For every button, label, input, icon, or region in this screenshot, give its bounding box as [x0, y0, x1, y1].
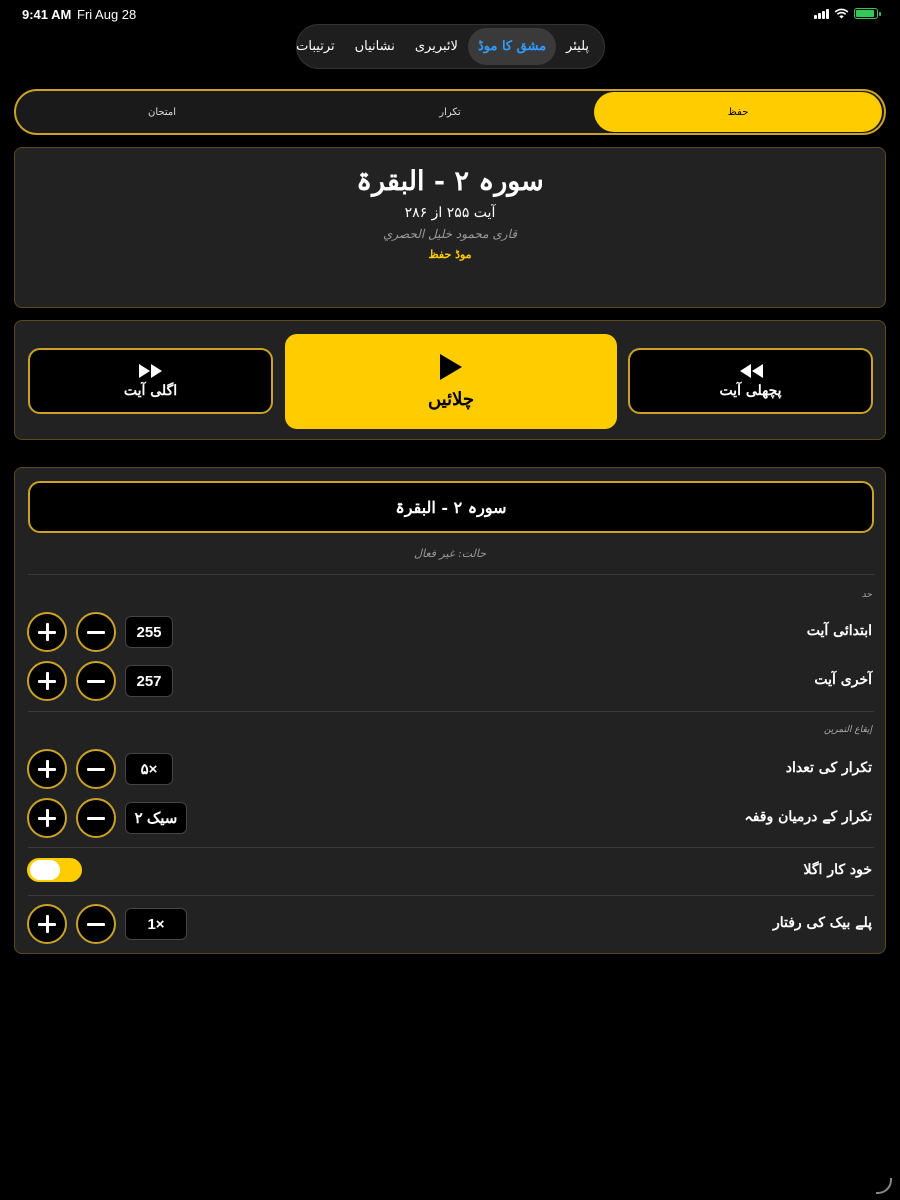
- play-icon: [440, 354, 462, 380]
- range-section-label: حد: [861, 590, 872, 600]
- wifi-icon: [834, 8, 849, 19]
- ayah-count: آیت ۲۵۵ از ۲۸۶: [404, 205, 496, 221]
- playback-speed-increment-button[interactable]: [27, 904, 67, 944]
- nav-item-bookmarks[interactable]: نشانیاں: [345, 28, 405, 65]
- playback-speed-value: 1×: [125, 908, 187, 940]
- battery-charging-icon: [854, 8, 881, 19]
- surah-title: سورہ ۲ - البقرۃ: [356, 166, 544, 197]
- rewind-icon: [739, 364, 763, 378]
- top-nav: پلیئر مشق کا موڈ لائبریری نشانیاں ترتیبا…: [296, 24, 605, 69]
- reciter-name: قاری محمود خلیل الحصري: [383, 227, 517, 241]
- start-ayah-label: ابتدائی آیت: [806, 623, 872, 639]
- status-time: 9:41 AM: [22, 7, 72, 22]
- cellular-signal-icon: [814, 8, 829, 19]
- rhythm-section-label: إيقاع التمرين: [823, 725, 872, 735]
- repeat-count-value: ۵×: [125, 753, 173, 785]
- status-date: Fri Aug 28: [77, 7, 137, 22]
- surah-selector[interactable]: سورہ ۲ - البقرۃ: [28, 481, 874, 533]
- status-text: حالت: غیر فعال: [413, 547, 487, 560]
- tab-repeat[interactable]: تکرار: [306, 92, 594, 132]
- end-ayah-value: 257: [125, 665, 173, 697]
- divider: [28, 847, 874, 848]
- status-icons: [814, 8, 881, 19]
- end-ayah-label: آخری آیت: [814, 672, 872, 688]
- repeat-count-label: تکرار کی تعداد: [785, 760, 872, 776]
- mode-label: موڈ حفظ: [428, 248, 472, 261]
- auto-next-toggle[interactable]: [27, 858, 82, 882]
- repeat-gap-increment-button[interactable]: [27, 798, 67, 838]
- play-label: چلائیں: [427, 389, 474, 410]
- previous-ayah-button[interactable]: پچھلی آیت: [628, 348, 873, 414]
- next-ayah-button[interactable]: اگلی آیت: [28, 348, 273, 414]
- repeat-count-decrement-button[interactable]: [76, 749, 116, 789]
- start-ayah-value: 255: [125, 616, 173, 648]
- end-ayah-decrement-button[interactable]: [76, 661, 116, 701]
- now-playing-card: سورہ ۲ - البقرۃ آیت ۲۵۵ از ۲۸۶ قاری محمو…: [14, 147, 886, 308]
- playback-speed-decrement-button[interactable]: [76, 904, 116, 944]
- nav-item-library[interactable]: لائبریری: [405, 28, 468, 65]
- practice-settings-card: سورہ ۲ - البقرۃ حالت: غیر فعال حد 255 اب…: [14, 467, 886, 954]
- nav-item-player[interactable]: پلیئر: [556, 28, 599, 65]
- end-ayah-increment-button[interactable]: [27, 661, 67, 701]
- nav-item-practice-mode[interactable]: مشق کا موڈ: [467, 28, 557, 65]
- start-ayah-decrement-button[interactable]: [76, 612, 116, 652]
- resize-handle-icon: [876, 1178, 892, 1194]
- playback-speed-label: پلے بیک کی رفتار: [772, 915, 872, 931]
- play-button[interactable]: چلائیں: [285, 334, 617, 429]
- start-ayah-increment-button[interactable]: [27, 612, 67, 652]
- previous-ayah-label: پچھلی آیت: [719, 383, 782, 399]
- auto-next-label: خود کار اگلا: [803, 862, 872, 878]
- repeat-count-increment-button[interactable]: [27, 749, 67, 789]
- toggle-knob: [30, 860, 60, 880]
- divider: [28, 574, 874, 575]
- divider: [28, 711, 874, 712]
- repeat-gap-decrement-button[interactable]: [76, 798, 116, 838]
- playback-controls-card: اگلی آیت چلائیں پچھلی آیت: [14, 320, 886, 440]
- fast-forward-icon: [138, 364, 162, 378]
- tab-exam[interactable]: امتحان: [18, 92, 306, 132]
- repeat-gap-value: ۲ سیک: [125, 802, 187, 834]
- repeat-gap-label: تکرار کے درمیان وقفہ: [744, 809, 873, 825]
- next-ayah-label: اگلی آیت: [123, 383, 178, 399]
- mode-tabs: حفظ تکرار امتحان: [14, 89, 886, 135]
- nav-item-settings[interactable]: ترتیبات: [286, 28, 344, 65]
- tab-memorize[interactable]: حفظ: [594, 92, 882, 132]
- divider: [28, 895, 874, 896]
